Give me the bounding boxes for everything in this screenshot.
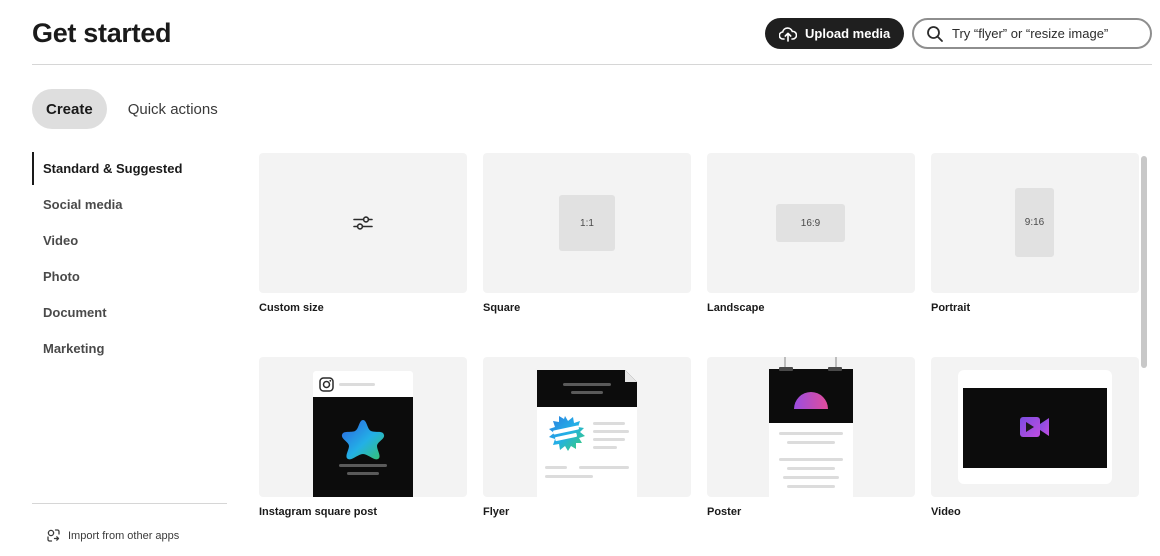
sidebar-footer: Import from other apps — [32, 503, 227, 542]
card-thumbnail — [259, 357, 467, 497]
card-label: Video — [931, 506, 961, 518]
card-video[interactable]: Video — [931, 357, 1139, 518]
card-thumbnail — [483, 357, 691, 497]
card-label: Custom size — [259, 302, 324, 314]
upload-icon — [779, 26, 797, 42]
upload-media-button[interactable]: Upload media — [765, 18, 904, 49]
card-custom-size[interactable]: Custom size — [259, 153, 467, 314]
sidebar-item-photo[interactable]: Photo — [32, 260, 227, 293]
card-thumbnail — [707, 357, 915, 497]
card-label: Instagram square post — [259, 506, 377, 518]
tab-create[interactable]: Create — [32, 89, 107, 129]
sidebar-item-document[interactable]: Document — [32, 296, 227, 329]
sidebar-item-standard-suggested[interactable]: Standard & Suggested — [32, 152, 227, 185]
card-portrait[interactable]: 9:16 Portrait — [931, 153, 1139, 314]
tab-quick-actions[interactable]: Quick actions — [114, 89, 232, 129]
ratio-preview: 16:9 — [776, 204, 845, 242]
sidebar-item-marketing[interactable]: Marketing — [32, 332, 227, 365]
import-icon — [47, 529, 60, 542]
search-icon — [927, 25, 943, 42]
instagram-post-illustration — [313, 371, 413, 497]
card-square[interactable]: 1:1 Square — [483, 153, 691, 314]
search-box[interactable] — [912, 18, 1152, 49]
card-label: Square — [483, 302, 521, 314]
card-thumbnail — [259, 153, 467, 293]
card-label: Landscape — [707, 302, 765, 314]
card-label: Flyer — [483, 506, 510, 518]
card-thumbnail: 1:1 — [483, 153, 691, 293]
card-label: Portrait — [931, 302, 971, 314]
page-title: Get started — [32, 18, 172, 48]
card-poster[interactable]: Poster — [707, 357, 915, 518]
sidebar-item-social-media[interactable]: Social media — [32, 188, 227, 221]
card-flyer[interactable]: Flyer — [483, 357, 691, 518]
video-illustration — [958, 370, 1112, 484]
import-label: Import from other apps — [68, 529, 180, 542]
card-thumbnail: 9:16 — [931, 153, 1139, 293]
scrollbar-thumb[interactable] — [1141, 156, 1147, 368]
search-input[interactable] — [952, 26, 1150, 41]
tab-bar: Create Quick actions — [32, 89, 232, 129]
header: Get started Upload media — [32, 0, 1152, 65]
import-from-other-apps-link[interactable]: Import from other apps — [46, 528, 179, 543]
card-landscape[interactable]: 16:9 Landscape — [707, 153, 915, 314]
ratio-preview: 9:16 — [1015, 188, 1054, 257]
upload-media-label: Upload media — [805, 26, 891, 41]
category-sidebar: Standard & Suggested Social media Video … — [32, 152, 227, 368]
flyer-illustration — [537, 370, 637, 497]
poster-illustration — [769, 357, 853, 497]
card-label: Poster — [707, 506, 742, 518]
sliders-icon — [353, 216, 373, 230]
grid-scrollbar[interactable] — [1138, 153, 1150, 556]
sidebar-item-video[interactable]: Video — [32, 224, 227, 257]
card-thumbnail: 16:9 — [707, 153, 915, 293]
template-grid: Custom size 1:1 Square 16:9 Landscape 9:… — [259, 153, 1139, 556]
card-instagram-square-post[interactable]: Instagram square post — [259, 357, 467, 518]
card-thumbnail — [931, 357, 1139, 497]
ratio-preview: 1:1 — [559, 195, 615, 251]
